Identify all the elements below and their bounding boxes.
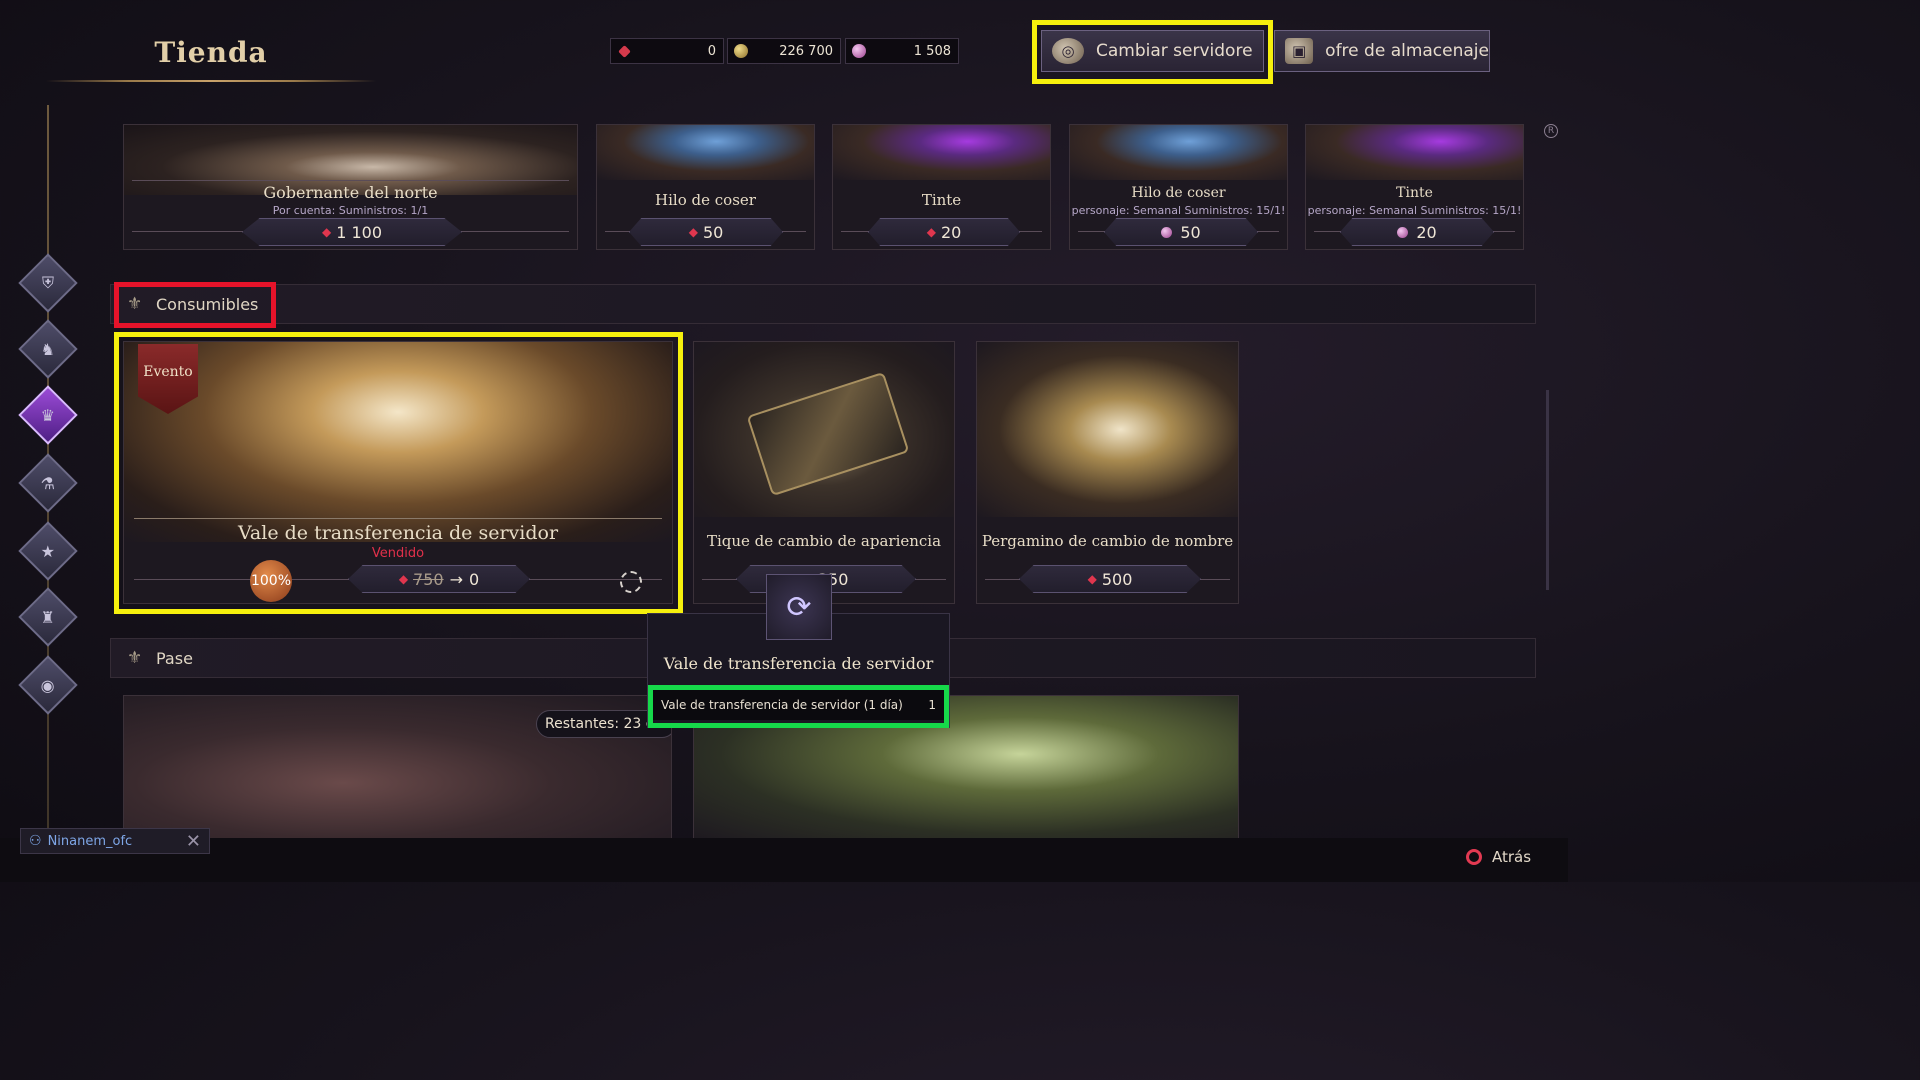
item-price: ◆ 750 → 0 <box>348 565 530 593</box>
gold-currency: 226 700 <box>727 38 841 64</box>
item-card[interactable]: Gobernante del norte Por cuenta: Suminis… <box>123 124 578 250</box>
top-hat-icon: ♜ <box>40 607 56 627</box>
title-ornament <box>46 80 376 82</box>
storage-button[interactable]: ▣ ofre de almacenaje <box>1274 30 1490 72</box>
ruby-currency: 0 <box>610 38 724 64</box>
pass-card-weapons[interactable]: Restantes: 23 c <box>123 695 672 840</box>
ruby-icon <box>618 44 631 58</box>
item-name: Tique de cambio de apariencia <box>706 532 942 550</box>
new-price: 0 <box>469 569 480 589</box>
name-scroll-card[interactable]: Pergamino de cambio de nombre ◆ 500 <box>976 341 1239 604</box>
gem-amount: 1 508 <box>913 43 951 59</box>
star-icon: ★ <box>40 541 56 561</box>
item-supply: personaje: Semanal Suministros: 15/1! <box>1307 204 1522 217</box>
hat-icon: ♛ <box>40 405 56 425</box>
server-voucher-card[interactable]: Evento Vale de transferencia de servidor… <box>123 341 673 604</box>
item-price: ◆ 50 <box>629 218 783 246</box>
ruby-icon: ◆ <box>321 225 332 239</box>
item-price: ◆ 1 100 <box>242 218 462 246</box>
chest-icon: ▣ <box>1285 38 1314 64</box>
user-icon: ⚇ <box>29 833 42 849</box>
nav-item-shield[interactable]: ⛨ <box>18 253 78 313</box>
change-server-button[interactable]: ◎ Cambiar servidore <box>1041 30 1264 72</box>
potion-icon: ⚗ <box>40 473 56 493</box>
user-tag[interactable]: ⚇ Ninanem_ofc ✕ <box>20 828 210 854</box>
server-voucher-art <box>124 342 672 542</box>
item-card[interactable]: Hilo de coser personaje: Semanal Suminis… <box>1069 124 1288 250</box>
nav-item-character[interactable]: ♞ <box>18 319 78 379</box>
ruby-icon: ◆ <box>1087 572 1097 586</box>
section-header-consumables: ⚜ Consumibles <box>110 284 1536 324</box>
back-button[interactable]: Atrás <box>1466 845 1556 869</box>
gem-icon <box>1161 226 1173 238</box>
item-name: Hilo de coser <box>655 191 756 209</box>
gem-icon <box>852 44 866 58</box>
thread-art <box>597 125 814 180</box>
item-card[interactable]: Tinte ◆ 20 <box>832 124 1051 250</box>
scrollbar[interactable] <box>1546 390 1549 590</box>
gem-currency: 1 508 <box>845 38 959 64</box>
item-card[interactable]: Tinte personaje: Semanal Suministros: 15… <box>1305 124 1524 250</box>
loading-icon <box>620 571 642 593</box>
transfer-voucher-icon: ⟳ <box>766 574 832 640</box>
close-icon[interactable]: ✕ <box>186 831 201 852</box>
globe-icon: ◎ <box>1052 38 1084 64</box>
item-name: Pergamino de cambio de nombre <box>981 532 1234 550</box>
footer-bar <box>0 838 1568 882</box>
ruby-icon: ◆ <box>688 225 698 239</box>
item-price: ◆ 500 <box>1019 565 1201 593</box>
ruby-amount: 0 <box>707 43 716 59</box>
item-name: Tinte <box>921 191 962 209</box>
consumables-highlight <box>114 282 276 328</box>
thread-art <box>1070 125 1287 180</box>
item-name: Hilo de coser <box>1131 185 1226 201</box>
arrow-icon: → <box>449 569 463 589</box>
appearance-ticket-card[interactable]: Tique de cambio de apariencia ◆350 <box>693 341 955 604</box>
item-price: 50 <box>1104 218 1258 246</box>
shield-icon: ⛨ <box>41 272 55 292</box>
page-title: Tienda <box>154 36 268 69</box>
item-name: Gobernante del norte <box>263 183 438 202</box>
shop-header: Tienda <box>26 18 396 94</box>
gold-coin-icon <box>734 44 748 58</box>
nav-item-star[interactable]: ★ <box>18 521 78 581</box>
item-name: Vale de transferencia de servidor <box>237 522 559 544</box>
discount-badge: 100% <box>250 560 292 602</box>
old-price: 750 <box>413 569 444 589</box>
nav-item-top-hat[interactable]: ♜ <box>18 587 78 647</box>
circle-button-icon <box>1466 849 1482 865</box>
tooltip-row-highlight <box>648 685 949 728</box>
dye-art <box>1306 125 1523 180</box>
item-supply: personaje: Semanal Suministros: 15/1! <box>1071 204 1286 217</box>
event-badge: Evento <box>143 364 193 380</box>
character-icon: ♞ <box>40 339 56 359</box>
tooltip-title: Vale de transferencia de servidor <box>663 654 934 673</box>
scroll-art <box>977 342 1238 517</box>
back-label: Atrás <box>1492 848 1532 866</box>
coins-icon: ◉ <box>41 675 55 695</box>
item-name: Tinte <box>1396 185 1433 201</box>
gem-icon <box>1397 226 1409 238</box>
ruby-icon: ◆ <box>926 225 936 239</box>
nav-item-potion[interactable]: ⚗ <box>18 453 78 513</box>
nav-item-hat[interactable]: ♛ <box>18 385 78 445</box>
username: Ninanem_ofc <box>47 833 133 849</box>
change-server-label: Cambiar servidore <box>1096 41 1253 61</box>
item-card[interactable]: Hilo de coser ◆ 50 <box>596 124 815 250</box>
item-supply: Por cuenta: Suministros: 1/1 <box>272 204 429 217</box>
storage-label: ofre de almacenaje <box>1325 41 1489 61</box>
item-price: 20 <box>1340 218 1494 246</box>
nav-item-coins[interactable]: ◉ <box>18 655 78 715</box>
item-price: ◆ 20 <box>868 218 1020 246</box>
section-title: Pase <box>156 649 193 668</box>
ruby-icon: ◆ <box>398 572 409 586</box>
dye-art <box>833 125 1050 180</box>
sold-status: Vendido <box>371 546 425 561</box>
scroll-r-icon: R <box>1544 124 1558 138</box>
gold-amount: 226 700 <box>779 43 833 59</box>
fleur-icon: ⚜ <box>127 648 143 668</box>
